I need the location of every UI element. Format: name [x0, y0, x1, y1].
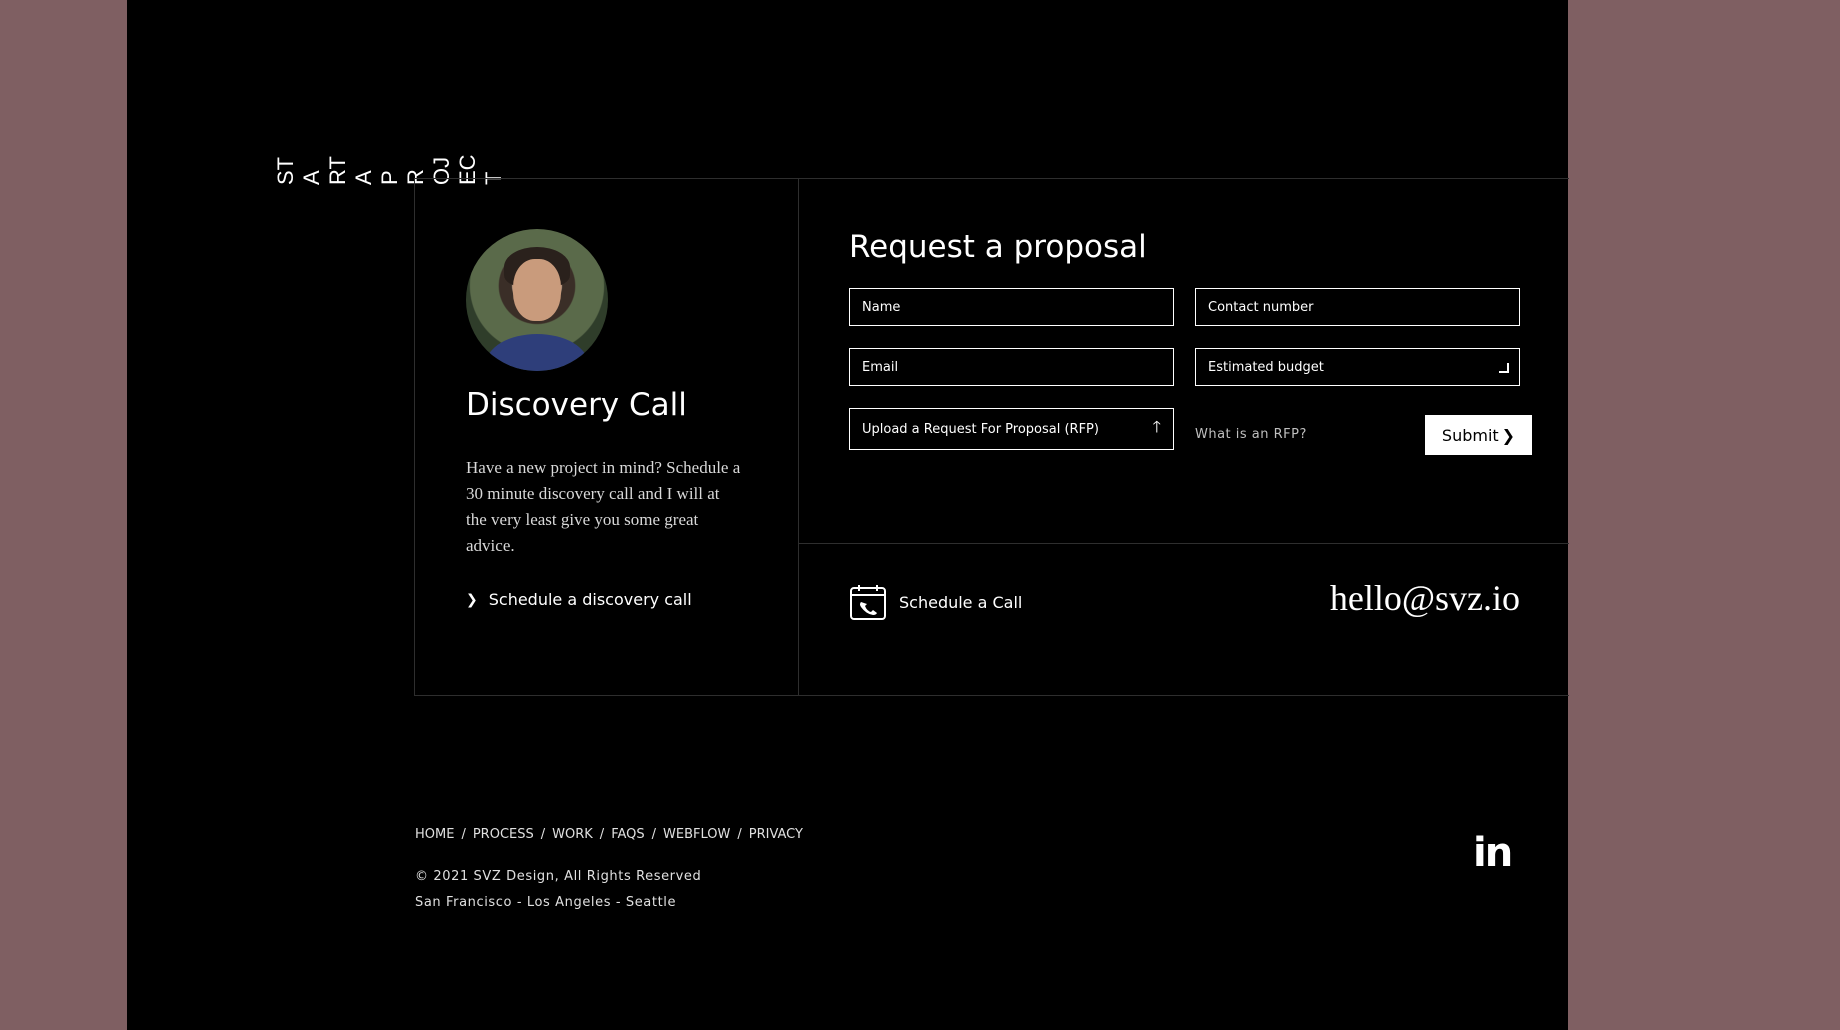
divider: [798, 543, 1569, 544]
schedule-call-link[interactable]: Schedule a Call: [849, 583, 1022, 621]
name-field[interactable]: Name: [849, 288, 1174, 326]
discovery-description: Have a new project in mind? Schedule a 3…: [466, 458, 741, 555]
what-is-rfp-link[interactable]: What is an RFP?: [1195, 427, 1307, 442]
calendar-phone-icon: [850, 585, 886, 620]
page: ST A RT A P R OJ EC T Discovery Call Hav…: [127, 0, 1569, 1030]
footer-link-home[interactable]: HOME: [415, 827, 454, 842]
upload-label: Upload a Request For Proposal (RFP): [862, 421, 1099, 437]
chevron-right-icon: ❯: [1501, 425, 1516, 445]
avatar: [466, 229, 608, 371]
chevron-right-icon: ❯: [466, 591, 478, 608]
proposal-title: Request a proposal: [849, 229, 1147, 265]
footer-link-faqs[interactable]: FAQS: [611, 827, 644, 842]
vertical-title-part: A: [351, 170, 376, 185]
contact-email[interactable]: hello@svz.io: [1330, 577, 1520, 619]
vertical-title-part: RT: [325, 156, 350, 185]
linkedin-icon[interactable]: in: [1473, 830, 1513, 876]
proposal-form: Request a proposal Name Contact number E…: [798, 179, 1569, 695]
upload-arrow-icon: 🡑: [1152, 416, 1161, 436]
email-field[interactable]: Email: [849, 348, 1174, 386]
contact-number-field[interactable]: Contact number: [1195, 288, 1520, 326]
schedule-call-label: Schedule a Call: [899, 592, 1023, 612]
submit-button[interactable]: Submit ❯: [1425, 415, 1532, 455]
footer-link-work[interactable]: WORK: [552, 827, 593, 842]
vertical-title-part: P: [377, 170, 402, 185]
rfp-upload[interactable]: Upload a Request For Proposal (RFP) 🡑: [849, 408, 1174, 450]
cities: San Francisco - Los Angeles - Seattle: [415, 895, 677, 910]
submit-label: Submit: [1441, 425, 1499, 445]
contact-placeholder: Contact number: [1208, 299, 1314, 315]
footer-nav: HOME / PROCESS / WORK / FAQS / WEBFLOW / PRIVACY: [415, 827, 803, 842]
name-placeholder: Name: [862, 299, 901, 315]
vertical-title-part: A: [299, 170, 324, 185]
footer-link-webflow[interactable]: WEBFLOW: [663, 827, 730, 842]
schedule-discovery-label: Schedule a discovery call: [488, 590, 692, 609]
email-placeholder: Email: [862, 359, 899, 375]
footer-link-process[interactable]: PROCESS: [473, 827, 534, 842]
budget-select[interactable]: Estimated budget: [1195, 348, 1520, 386]
budget-placeholder: Estimated budget: [1208, 359, 1324, 375]
vertical-title-part: ST: [273, 156, 298, 185]
discovery-title: Discovery Call: [466, 387, 687, 423]
footer-link-privacy[interactable]: PRIVACY: [749, 827, 803, 842]
dropdown-icon: [1499, 363, 1509, 373]
schedule-discovery-link[interactable]: ❯ Schedule a discovery call: [466, 590, 692, 609]
copyright: © 2021 SVZ Design, All Rights Reserved: [415, 869, 702, 884]
contact-panel: Discovery Call Have a new project in min…: [414, 178, 1569, 696]
discovery-card: Discovery Call Have a new project in min…: [415, 179, 799, 695]
